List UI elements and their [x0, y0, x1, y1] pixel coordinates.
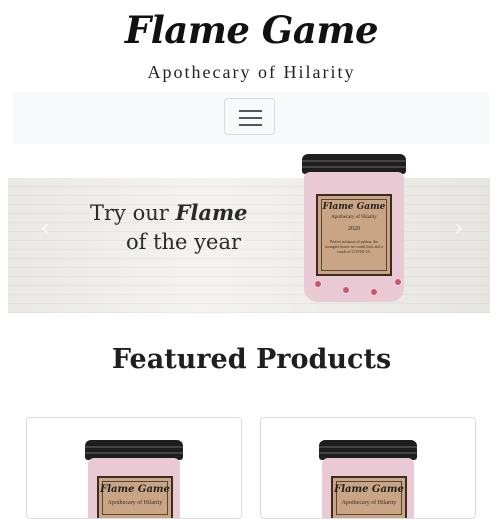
- brand-logo[interactable]: Flame Game: [0, 8, 503, 52]
- product-candle-jar: Flame Game Apothecary of Hilarity: [85, 440, 183, 518]
- jar-lid: [302, 154, 406, 174]
- featured-products-heading: Featured Products: [111, 344, 392, 375]
- hero-candle-jar: Flame Game Apothecary of Hilarity 2020 P…: [300, 154, 408, 302]
- navbar: [13, 92, 489, 144]
- product-card[interactable]: Flame Game Apothecary of Hilarity: [260, 417, 476, 519]
- jar-lid: [319, 440, 417, 460]
- jar-lid: [85, 440, 183, 460]
- chevron-left-icon[interactable]: ‹: [30, 216, 60, 246]
- hero-headline-emphasis: Flame: [175, 200, 248, 225]
- product-card[interactable]: Flame Game Apothecary of Hilarity: [26, 417, 242, 519]
- hero-carousel[interactable]: Try our Flame of the year ‹ ›: [8, 178, 490, 313]
- hero-headline-line2: of the year: [126, 230, 242, 254]
- chevron-right-icon[interactable]: ›: [444, 216, 474, 246]
- jar-label: Flame Game Apothecary of Hilarity 2020 P…: [316, 194, 392, 276]
- jar-label: Flame Game Apothecary of Hilarity: [97, 476, 173, 518]
- navbar-toggler-button[interactable]: [224, 98, 275, 135]
- product-candle-jar: Flame Game Apothecary of Hilarity: [319, 440, 417, 518]
- jar-label: Flame Game Apothecary of Hilarity: [331, 476, 407, 518]
- hero-headline-line1: Try our Flame: [90, 200, 248, 225]
- brand-tagline: Apothecary of Hilarity: [147, 62, 356, 82]
